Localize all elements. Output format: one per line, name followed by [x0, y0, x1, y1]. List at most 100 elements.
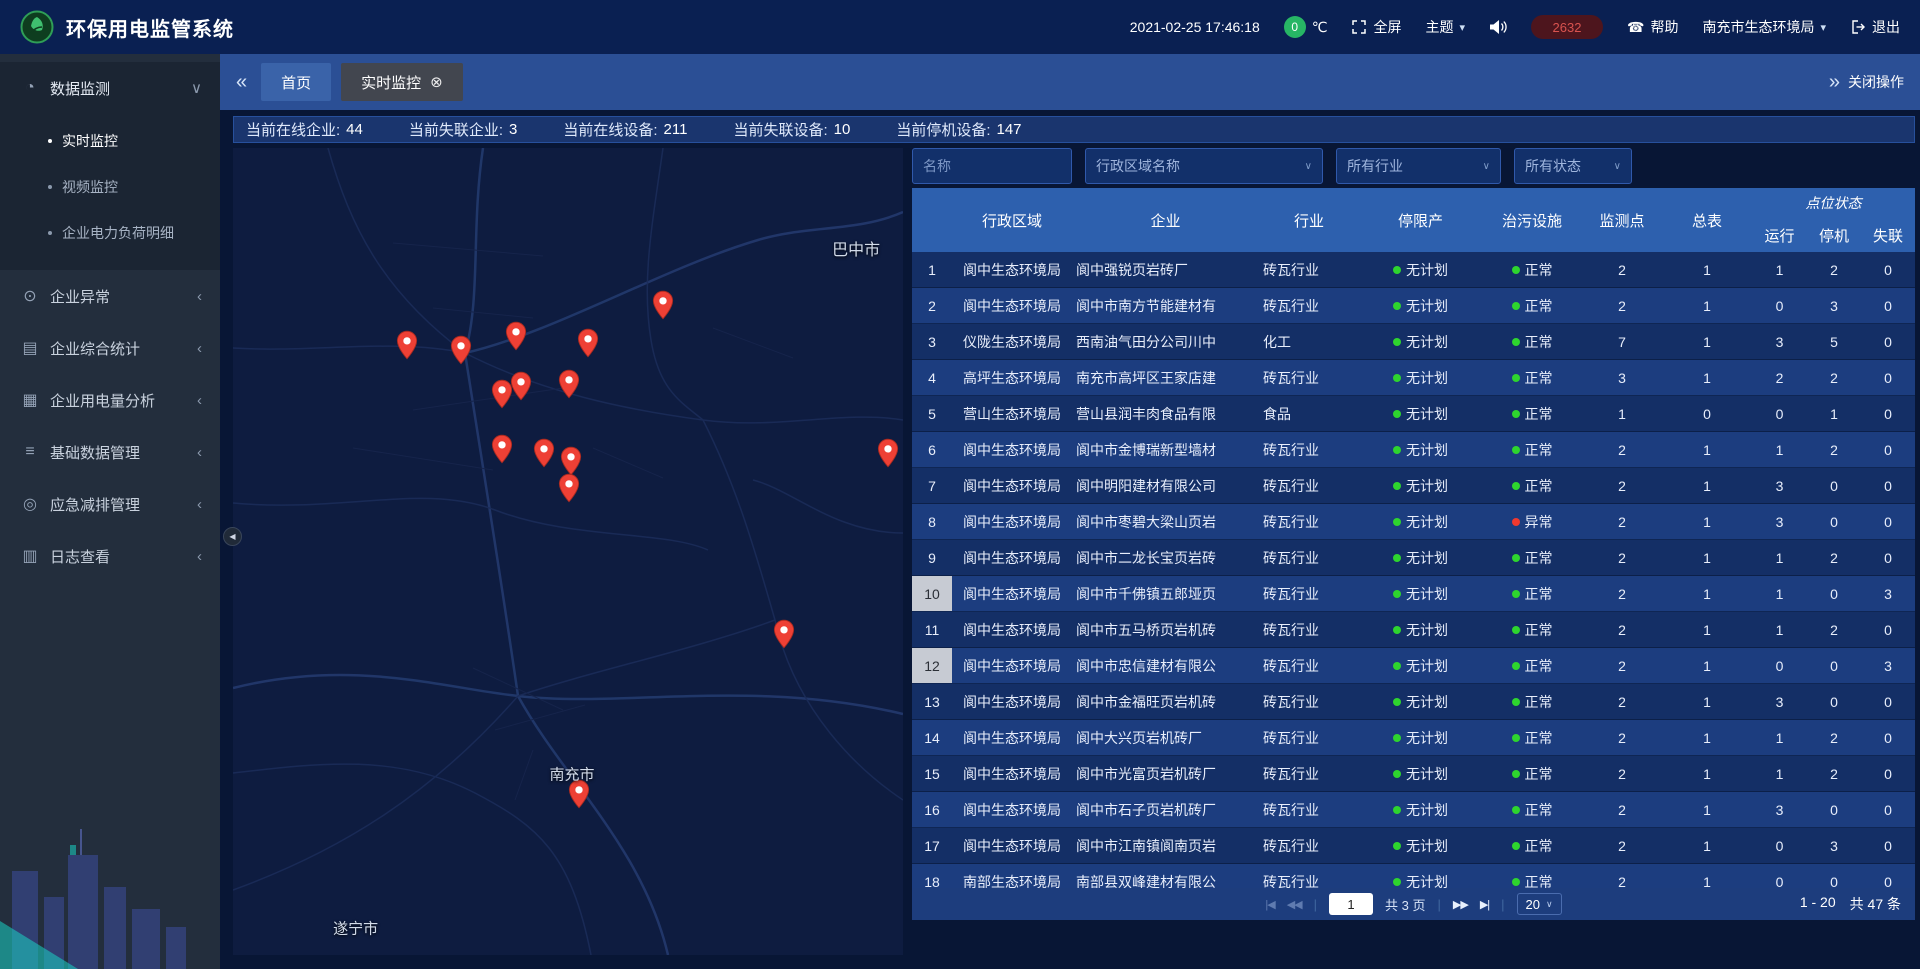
- column-industry: 行业: [1259, 188, 1359, 252]
- cell-total-meters: 1: [1662, 360, 1752, 395]
- status-dot-green: [1393, 806, 1401, 814]
- bullet-icon: [48, 139, 52, 143]
- map-pin[interactable]: [533, 438, 555, 468]
- stat-label: 当前失联企业:: [409, 119, 503, 140]
- map-pin[interactable]: [652, 290, 674, 320]
- map-pin[interactable]: [577, 328, 599, 358]
- table-row[interactable]: 16 阆中生态环境局 阆中市石子页岩机砖厂 砖瓦行业 无计划 正常 2 1 3 …: [912, 792, 1915, 828]
- cell-region: 仪陇生态环境局: [952, 324, 1072, 359]
- status-dot-green: [1393, 770, 1401, 778]
- sidebar-item-power-load-detail[interactable]: 企业电力负荷明细: [0, 210, 220, 256]
- stat-online-companies: 当前在线企业: 44: [246, 119, 363, 140]
- map-collapse-button[interactable]: ◀: [223, 527, 242, 546]
- map-pin[interactable]: [491, 434, 513, 464]
- cell-production-limit: 无计划: [1359, 432, 1482, 467]
- table-row[interactable]: 3 仪陇生态环境局 西南油气田分公司川中 化工 无计划 正常 7 1 3 5 0: [912, 324, 1915, 360]
- map-panel[interactable]: 巴中市南充市遂宁市: [233, 148, 903, 955]
- sidebar-group-base-data[interactable]: ≡ 基础数据管理 ‹: [0, 426, 220, 478]
- cell-total-meters: 1: [1662, 792, 1752, 827]
- sidebar-group-company-stats[interactable]: ▤ 企业综合统计 ‹: [0, 322, 220, 374]
- map-pin[interactable]: [450, 335, 472, 365]
- cell-production-limit: 无计划: [1359, 324, 1482, 359]
- region-filter-select[interactable]: 行政区域名称 ∨: [1085, 148, 1323, 184]
- table-row[interactable]: 5 营山生态环境局 营山县润丰肉食品有限 食品 无计划 正常 1 0 0 1 0: [912, 396, 1915, 432]
- name-filter-input[interactable]: [912, 148, 1072, 184]
- map-pin[interactable]: [510, 371, 532, 401]
- next-page-button[interactable]: ▶▶: [1453, 898, 1468, 911]
- tab-realtime-label: 实时监控: [361, 72, 421, 93]
- map-pin[interactable]: [505, 321, 527, 351]
- table-row[interactable]: 6 阆中生态环境局 阆中市金博瑞新型墙材 砖瓦行业 无计划 正常 2 1 1 2…: [912, 432, 1915, 468]
- tab-realtime-monitor[interactable]: 实时监控 ⊗: [341, 63, 463, 101]
- status-filter-select[interactable]: 所有状态 ∨: [1514, 148, 1632, 184]
- sidebar-group-data-monitor[interactable]: ◔ 数据监测 ∨: [0, 62, 220, 114]
- map-pin[interactable]: [396, 330, 418, 360]
- close-operations-button[interactable]: » 关闭操作: [1829, 72, 1904, 92]
- first-page-button[interactable]: |◀: [1265, 898, 1274, 911]
- table-row[interactable]: 12 阆中生态环境局 阆中市忠信建材有限公 砖瓦行业 无计划 正常 2 1 0 …: [912, 648, 1915, 684]
- cell-company: 阆中市千佛镇五郎垭页: [1072, 576, 1259, 611]
- table-row[interactable]: 8 阆中生态环境局 阆中市枣碧大梁山页岩 砖瓦行业 无计划 异常 2 1 3 0…: [912, 504, 1915, 540]
- table-row[interactable]: 11 阆中生态环境局 阆中市五马桥页岩机砖 砖瓦行业 无计划 正常 2 1 1 …: [912, 612, 1915, 648]
- cell-monitor-points: 2: [1582, 576, 1662, 611]
- table-row[interactable]: 1 阆中生态环境局 阆中强锐页岩砖厂 砖瓦行业 无计划 正常 2 1 1 2 0: [912, 252, 1915, 288]
- table-row[interactable]: 4 高坪生态环境局 南充市高坪区王家店建 砖瓦行业 无计划 正常 3 1 2 2…: [912, 360, 1915, 396]
- table-row[interactable]: 9 阆中生态环境局 阆中市二龙长宝页岩砖 砖瓦行业 无计划 正常 2 1 1 2…: [912, 540, 1915, 576]
- cell-production-limit: 无计划: [1359, 288, 1482, 323]
- sidebar-group-emergency[interactable]: ◎ 应急减排管理 ‹: [0, 478, 220, 530]
- map-pin[interactable]: [877, 438, 899, 468]
- cell-lost: 0: [1861, 432, 1915, 467]
- cell-running: 1: [1752, 756, 1807, 791]
- map-pin[interactable]: [558, 369, 580, 399]
- chevron-icon: ‹: [197, 548, 202, 565]
- cell-region: 阆中生态环境局: [952, 828, 1072, 863]
- page-size-select[interactable]: 20 ∨: [1517, 893, 1562, 915]
- cell-running: 1: [1752, 540, 1807, 575]
- chevron-down-icon: ▾: [1459, 21, 1465, 34]
- sidebar-group-logs[interactable]: ▥ 日志查看 ‹: [0, 530, 220, 582]
- fullscreen-button[interactable]: 全屏: [1351, 17, 1401, 37]
- sidebar-group-company-abnormal[interactable]: ⊙ 企业异常 ‹: [0, 270, 220, 322]
- sidebar-item-video[interactable]: 视频监控: [0, 164, 220, 210]
- prev-page-button[interactable]: ◀◀: [1287, 898, 1302, 911]
- tab-scroll-left-button[interactable]: «: [236, 72, 247, 92]
- cell-company: 阆中市忠信建材有限公: [1072, 648, 1259, 683]
- map-pin[interactable]: [560, 446, 582, 476]
- help-button[interactable]: ☎ 帮助: [1627, 17, 1678, 37]
- sidebar-item-realtime[interactable]: 实时监控: [0, 118, 220, 164]
- table-row[interactable]: 2 阆中生态环境局 阆中市南方节能建材有 砖瓦行业 无计划 正常 2 1 0 3…: [912, 288, 1915, 324]
- close-tab-icon[interactable]: ⊗: [430, 73, 443, 91]
- org-dropdown[interactable]: 南充市生态环境局 ▾: [1702, 17, 1826, 37]
- cell-total-meters: 1: [1662, 684, 1752, 719]
- last-page-button[interactable]: ▶|: [1480, 898, 1489, 911]
- industry-filter-select[interactable]: 所有行业 ∨: [1336, 148, 1501, 184]
- sidebar-group-power-analysis[interactable]: ▦ 企业用电量分析 ‹: [0, 374, 220, 426]
- theme-dropdown[interactable]: 主题 ▾: [1425, 17, 1465, 37]
- cell-pollution-facility: 正常: [1482, 864, 1582, 888]
- map-pin[interactable]: [773, 619, 795, 649]
- cell-monitor-points: 2: [1582, 540, 1662, 575]
- page-number-input[interactable]: [1329, 893, 1373, 915]
- table-row[interactable]: 15 阆中生态环境局 阆中市光富页岩机砖厂 砖瓦行业 无计划 正常 2 1 1 …: [912, 756, 1915, 792]
- fullscreen-icon: [1351, 19, 1367, 35]
- table-row[interactable]: 7 阆中生态环境局 阆中明阳建材有限公司 砖瓦行业 无计划 正常 2 1 3 0…: [912, 468, 1915, 504]
- map-pin[interactable]: [558, 473, 580, 503]
- table-row[interactable]: 14 阆中生态环境局 阆中大兴页岩机砖厂 砖瓦行业 无计划 正常 2 1 1 2…: [912, 720, 1915, 756]
- cell-company: 阆中市金博瑞新型墙材: [1072, 432, 1259, 467]
- logout-button[interactable]: 退出: [1850, 17, 1900, 37]
- cell-company: 阆中大兴页岩机砖厂: [1072, 720, 1259, 755]
- table-row[interactable]: 18 南部生态环境局 南部县双峰建材有限公 砖瓦行业 无计划 正常 2 1 0 …: [912, 864, 1915, 888]
- chevron-down-icon: ∨: [1614, 161, 1621, 172]
- table-row[interactable]: 13 阆中生态环境局 阆中市金福旺页岩机砖 砖瓦行业 无计划 正常 2 1 3 …: [912, 684, 1915, 720]
- table-row[interactable]: 10 阆中生态环境局 阆中市千佛镇五郎垭页 砖瓦行业 无计划 正常 2 1 1 …: [912, 576, 1915, 612]
- tab-home[interactable]: 首页: [261, 63, 331, 101]
- announcement-button[interactable]: [1489, 19, 1507, 35]
- cell-running: 1: [1752, 432, 1807, 467]
- map-roads: [233, 148, 903, 955]
- cell-company: 营山县润丰肉食品有限: [1072, 396, 1259, 431]
- table-row[interactable]: 17 阆中生态环境局 阆中市江南镇阆南页岩 砖瓦行业 无计划 正常 2 1 0 …: [912, 828, 1915, 864]
- cell-region: 阆中生态环境局: [952, 792, 1072, 827]
- notification-badge[interactable]: 2632: [1531, 15, 1603, 39]
- cell-pollution-facility: 正常: [1482, 288, 1582, 323]
- app-title: 环保用电监管系统: [66, 13, 234, 42]
